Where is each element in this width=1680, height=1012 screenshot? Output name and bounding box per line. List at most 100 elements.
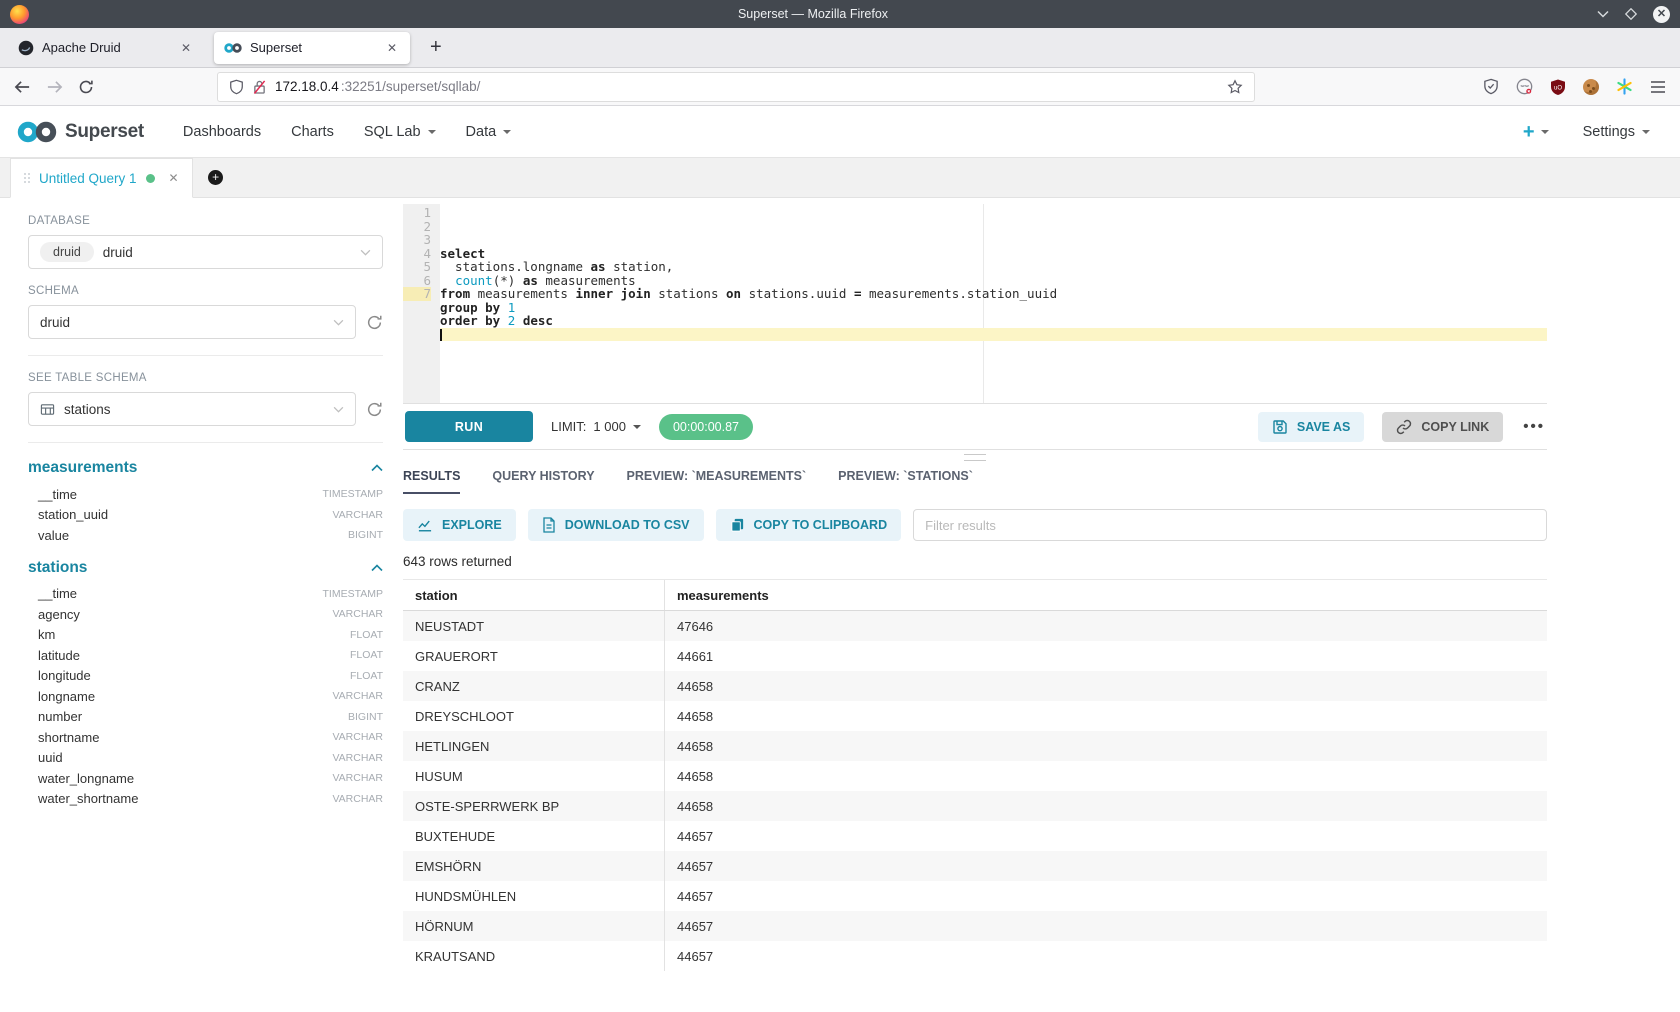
sqllab-sidebar: DATABASE druid druid SCHEMA druid SEE TA… [0,198,395,1012]
chevron-down-icon [333,406,344,413]
copy-link-button[interactable]: COPY LINK [1382,412,1503,442]
window-close-icon[interactable]: ✕ [1653,6,1670,23]
schema-sections: measurements __timeTIMESTAMPstation_uuidV… [28,459,383,820]
download-csv-button[interactable]: DOWNLOAD TO CSV [528,509,704,541]
url-bar[interactable]: 172.18.0.4 :32251/superset/sqllab/ [217,72,1255,102]
sql-code-line: select [440,247,1547,261]
results-table: stationmeasurementsNEUSTADT47646GRAUEROR… [403,579,1547,971]
query-tab-untitled[interactable]: Untitled Query 1 ✕ [10,158,193,198]
nav-dashboards[interactable]: Dashboards [183,124,261,140]
results-tab-results[interactable]: RESULTS [403,469,460,494]
window-maximize-icon[interactable] [1625,8,1637,20]
forward-icon[interactable] [46,80,63,94]
table-row[interactable]: HUSUM44658 [403,761,1547,791]
line-number: 7 [403,287,431,301]
superset-logo[interactable]: Superset [16,120,144,144]
cell-measurements: 44658 [665,701,1547,731]
cell-station: HUNDSMÜHLEN [403,881,665,911]
extension-shield-check-icon[interactable] [1483,78,1499,95]
query-tab-label: Untitled Query 1 [39,171,137,186]
column-type: TIMESTAMP [323,488,383,500]
pane-resize-handle[interactable] [964,454,986,461]
table-row[interactable]: OSTE-SPERRWERK BP44658 [403,791,1547,821]
schema-column-row: station_uuidVARCHAR [28,505,383,526]
nav-charts[interactable]: Charts [291,124,334,140]
limit-dropdown[interactable]: LIMIT: 1 000 [551,419,641,434]
schema-table-header[interactable]: measurements [28,459,383,477]
clipboard-icon [730,517,745,533]
filter-results-input[interactable] [913,509,1547,541]
extension-ublock-icon[interactable]: uO [1550,79,1566,95]
tracking-shield-icon[interactable] [229,79,244,95]
table-row[interactable]: HÖRNUM44657 [403,911,1547,941]
browser-tab-apache-druid[interactable]: Apache Druid ✕ [8,32,204,64]
copy-clipboard-button[interactable]: COPY TO CLIPBOARD [716,509,902,541]
table-row[interactable]: EMSHÖRN44657 [403,851,1547,881]
table-icon [40,402,55,417]
superset-infinity-icon [16,120,58,144]
extension-cookie-icon[interactable] [1583,79,1599,95]
column-name: number [38,709,348,724]
chevron-up-icon [371,564,383,572]
drag-handle-icon[interactable] [24,173,26,175]
sql-editor[interactable]: 1234567 select stations.longname as stat… [403,204,1547,403]
nav-data[interactable]: Data [466,124,512,140]
tab-close-icon[interactable]: ✕ [178,41,194,55]
table-row[interactable]: BUXTEHUDE44657 [403,821,1547,851]
tab-close-icon[interactable]: ✕ [384,41,400,55]
table-row[interactable]: DREYSCHLOOT44658 [403,701,1547,731]
back-icon[interactable] [14,80,31,94]
add-query-tab-button[interactable]: + [193,158,239,197]
nav-sql-lab[interactable]: SQL Lab [364,124,436,140]
database-select[interactable]: druid druid [28,235,383,269]
schema-column-row: shortnameVARCHAR [28,727,383,748]
new-item-button[interactable]: + [1523,122,1549,142]
svg-text:uO: uO [1554,85,1562,91]
column-type: VARCHAR [332,509,383,521]
table-row[interactable]: HETLINGEN44658 [403,731,1547,761]
column-header-measurements[interactable]: measurements [665,580,1547,610]
cell-measurements: 44657 [665,911,1547,941]
schema-table-header[interactable]: stations [28,559,383,577]
results-tab-query-history[interactable]: QUERY HISTORY [492,469,594,494]
column-name: latitude [38,648,350,663]
new-tab-button[interactable]: + [420,36,452,59]
table-select[interactable]: stations [28,392,356,426]
line-number: 1 [403,206,431,220]
schema-select[interactable]: druid [28,305,356,339]
reload-icon[interactable] [78,79,94,95]
table-row[interactable]: KRAUTSAND44657 [403,941,1547,971]
query-tab-close-icon[interactable]: ✕ [169,171,179,185]
results-tab-preview-stations[interactable]: PREVIEW: `STATIONS` [838,469,973,494]
menu-hamburger-icon[interactable] [1650,80,1666,94]
refresh-schema-icon[interactable] [366,314,383,331]
table-row[interactable]: GRAUERORT44661 [403,641,1547,671]
url-path: :32251/superset/sqllab/ [341,79,1218,94]
column-name: water_shortname [38,791,332,806]
table-row[interactable]: HUNDSMÜHLEN44657 [403,881,1547,911]
schema-column-row: numberBIGINT [28,707,383,728]
window-minimize-icon[interactable] [1597,10,1609,18]
column-type: TIMESTAMP [323,588,383,600]
run-button[interactable]: RUN [405,411,533,442]
table-row[interactable]: NEUSTADT47646 [403,611,1547,641]
results-tab-preview-measurements[interactable]: PREVIEW: `MEASUREMENTS` [627,469,807,494]
explore-button[interactable]: EXPLORE [403,509,516,541]
cell-station: HÖRNUM [403,911,665,941]
settings-menu[interactable]: Settings [1583,124,1650,140]
schema-column-row: __timeTIMESTAMP [28,484,383,505]
bookmark-star-icon[interactable] [1227,79,1243,95]
table-row[interactable]: CRANZ44658 [403,671,1547,701]
column-header-station[interactable]: station [403,580,665,610]
browser-tab-superset[interactable]: Superset ✕ [214,32,410,64]
chevron-down-icon [428,130,436,134]
more-options-icon[interactable]: ••• [1523,418,1545,435]
cell-measurements: 44658 [665,731,1547,761]
cell-station: GRAUERORT [403,641,665,671]
extension-asterisk-icon[interactable] [1616,78,1633,95]
insecure-lock-icon[interactable] [253,79,266,95]
refresh-table-icon[interactable] [366,401,383,418]
save-as-button[interactable]: SAVE AS [1258,412,1365,442]
extension-mask-icon[interactable] [1516,78,1533,95]
rows-returned-text: 643 rows returned [403,554,1547,569]
